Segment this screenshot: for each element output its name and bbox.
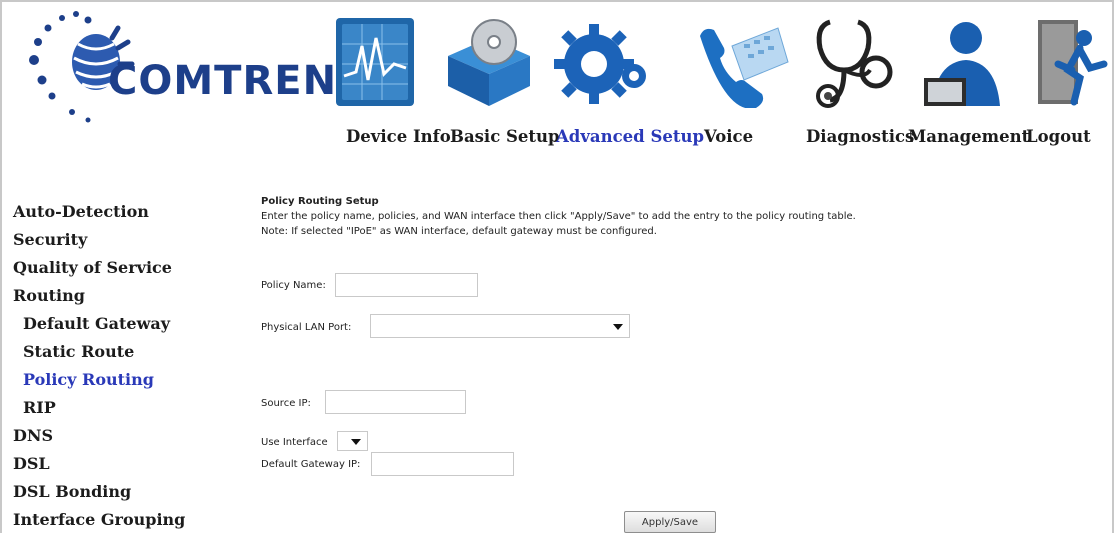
nav-diagnostics[interactable]: Diagnostics [806, 127, 914, 146]
nav-device-info[interactable]: Device Info [346, 127, 451, 146]
apply-save-button[interactable]: Apply/Save [624, 511, 716, 533]
source-ip-label: Source IP: [261, 398, 311, 409]
chevron-down-icon [613, 324, 623, 330]
stethoscope-icon[interactable] [808, 16, 894, 108]
nav-advanced-setup[interactable]: Advanced Setup [556, 127, 704, 146]
phone-icon[interactable] [692, 16, 792, 108]
nav-voice[interactable]: Voice [704, 127, 753, 146]
policy-name-input[interactable] [335, 273, 478, 297]
sidebar-item-routing[interactable]: Routing [13, 286, 85, 305]
policy-name-label: Policy Name: [261, 280, 326, 291]
page-title: Policy Routing Setup [261, 196, 379, 207]
sidebar-item-policy-routing[interactable]: Policy Routing [23, 370, 154, 389]
sidebar-item-dsl[interactable]: DSL [13, 454, 50, 473]
default-gateway-input[interactable] [371, 452, 514, 476]
box-disc-icon[interactable] [442, 16, 536, 108]
nav-basic-setup[interactable]: Basic Setup [450, 127, 560, 146]
sidebar-item-default-gateway[interactable]: Default Gateway [23, 314, 170, 333]
user-laptop-icon[interactable] [922, 16, 1002, 108]
header: COMTREND Device Info Basic Setup Advance… [2, 2, 1112, 178]
source-ip-input[interactable] [325, 390, 466, 414]
nav-logout[interactable]: Logout [1026, 127, 1091, 146]
nav-management[interactable]: Management [908, 127, 1029, 146]
sidebar-item-quality-of-service[interactable]: Quality of Service [13, 258, 172, 277]
sidebar: Auto-Detection Security Quality of Servi… [2, 180, 202, 533]
lan-port-select[interactable] [370, 314, 630, 338]
chevron-down-icon [351, 439, 361, 445]
pulse-monitor-icon[interactable] [334, 16, 416, 108]
use-interface-label: Use Interface [261, 437, 328, 448]
sidebar-item-dsl-bonding[interactable]: DSL Bonding [13, 482, 131, 501]
sidebar-item-interface-grouping[interactable]: Interface Grouping [13, 510, 185, 529]
exit-door-icon[interactable] [1032, 16, 1112, 108]
sidebar-item-auto-detection[interactable]: Auto-Detection [13, 202, 149, 221]
default-gateway-label: Default Gateway IP: [261, 459, 361, 470]
page-description: Enter the policy name, policies, and WAN… [261, 211, 856, 222]
main-content: Policy Routing Setup Enter the policy na… [204, 180, 1112, 533]
use-interface-select[interactable] [337, 431, 368, 451]
sidebar-item-rip[interactable]: RIP [23, 398, 56, 417]
sidebar-item-static-route[interactable]: Static Route [23, 342, 134, 361]
brand-name: COMTREND [108, 58, 372, 104]
lan-port-label: Physical LAN Port: [261, 322, 352, 333]
sidebar-item-security[interactable]: Security [13, 230, 87, 249]
sidebar-item-dns[interactable]: DNS [13, 426, 53, 445]
gears-icon[interactable] [552, 16, 652, 108]
page-note: Note: If selected "IPoE" as WAN interfac… [261, 226, 657, 237]
